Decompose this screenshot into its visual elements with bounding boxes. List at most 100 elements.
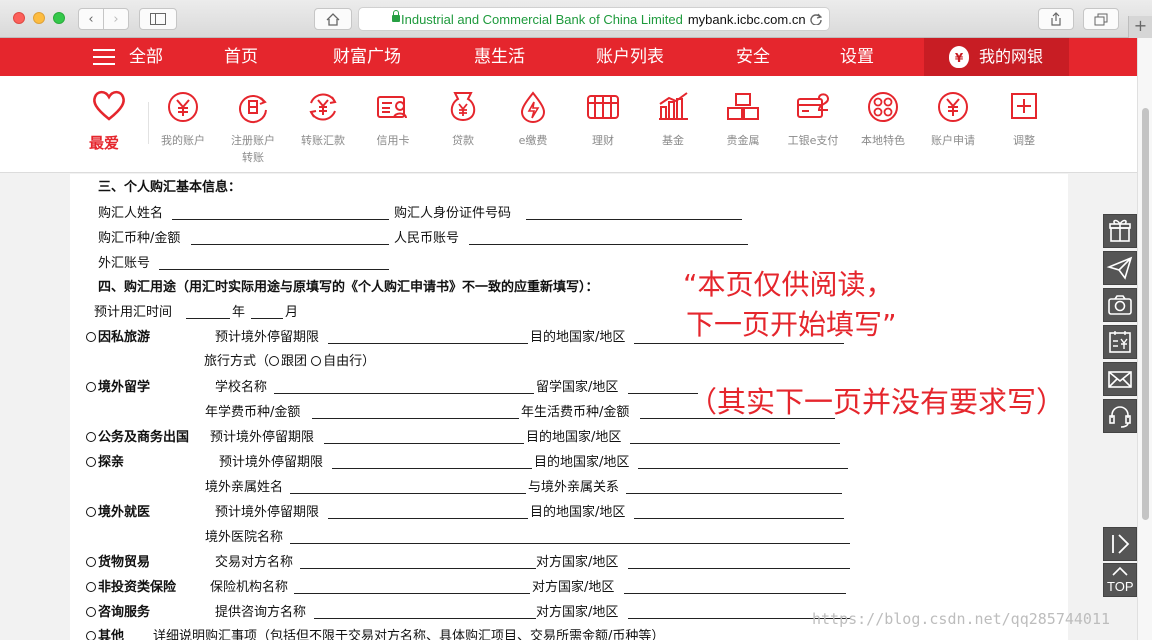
option-study-abroad[interactable]: 境外留学 <box>86 380 150 396</box>
bar-chart-icon[interactable] <box>655 90 691 124</box>
radio-circle-icon[interactable] <box>86 557 96 567</box>
zoom-window-button[interactable] <box>53 12 65 24</box>
radio-circle-icon[interactable] <box>269 356 280 366</box>
register-transfer-icon[interactable] <box>235 90 271 124</box>
plus-square-icon[interactable] <box>1006 90 1042 124</box>
radio-circle-icon[interactable] <box>86 507 96 517</box>
blank-month[interactable] <box>251 318 283 319</box>
forward-button[interactable]: › <box>103 8 129 30</box>
option-family-visit[interactable]: 探亲 <box>86 455 124 471</box>
blank-stay-period[interactable] <box>332 468 532 469</box>
flame-drop-icon[interactable] <box>515 90 551 124</box>
nav-security[interactable]: 安全 <box>736 38 770 76</box>
blank-relative-name[interactable] <box>290 493 526 494</box>
nav-home[interactable]: 首页 <box>224 38 258 76</box>
blank-fx-account[interactable] <box>159 269 389 270</box>
label-currency-amount: 购汇币种/金额 <box>98 231 181 246</box>
money-bag-icon[interactable] <box>445 90 481 124</box>
blank-buyer-name[interactable] <box>172 219 389 220</box>
camera-icon[interactable] <box>1103 288 1137 322</box>
collapse-panel-button[interactable] <box>1103 527 1137 561</box>
radio-circle-icon[interactable] <box>86 631 96 640</box>
nav-all[interactable]: 全部 <box>129 38 163 76</box>
heart-icon[interactable] <box>91 88 127 122</box>
calendar-yuan-icon[interactable] <box>1103 325 1137 359</box>
back-button[interactable]: ‹ <box>78 8 104 30</box>
nav-accounts[interactable]: 账户列表 <box>596 38 664 76</box>
reload-icon[interactable] <box>810 13 822 25</box>
blank-destination[interactable] <box>634 343 844 344</box>
close-window-button[interactable] <box>13 12 25 24</box>
transfer-icon[interactable] <box>305 90 341 124</box>
account-apply-icon[interactable] <box>935 90 971 124</box>
label-stay-period: 预计境外停留期限 <box>215 505 320 520</box>
blank-provider[interactable] <box>314 618 536 619</box>
service-icon[interactable] <box>1103 399 1137 433</box>
back-to-top-button[interactable]: TOP <box>1103 563 1137 597</box>
minimize-window-button[interactable] <box>33 12 45 24</box>
tabs-overview-button[interactable] <box>1083 8 1119 30</box>
yuan-coin-icon[interactable] <box>165 90 201 124</box>
blank-stay-period[interactable] <box>328 518 528 519</box>
radio-circle-icon[interactable] <box>86 607 96 617</box>
blank-destination[interactable] <box>630 443 840 444</box>
blank-hospital[interactable] <box>290 543 850 544</box>
blank-rmb-account[interactable] <box>469 244 748 245</box>
blank-tuition[interactable] <box>312 418 519 419</box>
credit-card-icon[interactable] <box>375 90 411 124</box>
option-other[interactable]: 其他 <box>86 629 124 640</box>
abacus-icon[interactable] <box>585 90 621 124</box>
share-button[interactable] <box>1038 8 1074 30</box>
radio-circle-icon[interactable] <box>86 382 96 392</box>
page-scrollbar[interactable] <box>1137 38 1152 640</box>
blank-counter-country[interactable] <box>624 593 846 594</box>
nav-mybank[interactable]: ¥ 我的网银 <box>924 38 1069 78</box>
option-private-travel[interactable]: 因私旅游 <box>86 330 150 346</box>
blank-relation[interactable] <box>626 493 842 494</box>
blank-currency-amount[interactable] <box>191 244 389 245</box>
nav-life[interactable]: 惠生活 <box>474 38 525 76</box>
shortcut-label-fund: 基金 <box>662 134 684 147</box>
blank-buyer-id[interactable] <box>526 219 742 220</box>
mail-icon[interactable] <box>1103 362 1137 396</box>
blank-school[interactable] <box>274 393 534 394</box>
sidebar-button[interactable] <box>139 8 177 30</box>
shortcut-label-wealth-management: 理财 <box>592 134 614 147</box>
option-business-trip[interactable]: 公务及商务出国 <box>86 430 189 446</box>
option-medical[interactable]: 境外就医 <box>86 505 150 521</box>
nav-settings[interactable]: 设置 <box>840 38 874 76</box>
menu-icon[interactable] <box>93 49 115 66</box>
label-school: 学校名称 <box>215 380 268 395</box>
radio-circle-icon[interactable] <box>86 432 96 442</box>
radio-circle-icon[interactable] <box>86 457 96 467</box>
nav-wealth[interactable]: 财富广场 <box>333 38 401 76</box>
option-group-tour[interactable]: 跟团 <box>281 354 307 369</box>
blank-counter-country[interactable] <box>628 568 850 569</box>
radio-circle-icon[interactable] <box>86 332 96 342</box>
label-buyer-id: 购汇人身份证件号码 <box>394 206 512 221</box>
option-self-guided[interactable]: 自由行） <box>323 354 375 369</box>
blank-destination[interactable] <box>634 518 844 519</box>
radio-circle-icon[interactable] <box>311 356 322 366</box>
blank-destination[interactable] <box>638 468 848 469</box>
address-bar[interactable]: Industrial and Commercial Bank of China … <box>358 7 830 31</box>
new-tab-button[interactable]: + <box>1128 16 1152 38</box>
label-planned-time: 预计用汇时间 <box>94 305 173 320</box>
home-button[interactable] <box>314 8 352 30</box>
option-goods-trade[interactable]: 货物贸易 <box>86 555 150 571</box>
scrollbar-thumb[interactable] <box>1142 108 1149 520</box>
blank-insurer[interactable] <box>294 593 530 594</box>
local-dots-icon[interactable] <box>865 90 901 124</box>
blank-counterparty[interactable] <box>300 568 536 569</box>
sidebar-icon <box>150 13 166 25</box>
blank-stay-period[interactable] <box>324 443 524 444</box>
e-pay-card-icon[interactable] <box>795 90 831 124</box>
paper-plane-icon[interactable] <box>1103 251 1137 285</box>
gift-icon[interactable] <box>1103 214 1137 248</box>
blank-stay-period[interactable] <box>328 343 528 344</box>
blank-year[interactable] <box>186 318 230 319</box>
gold-bars-icon[interactable] <box>725 90 761 124</box>
radio-circle-icon[interactable] <box>86 582 96 592</box>
option-consulting[interactable]: 咨询服务 <box>86 605 150 621</box>
option-insurance[interactable]: 非投资类保险 <box>86 580 176 596</box>
